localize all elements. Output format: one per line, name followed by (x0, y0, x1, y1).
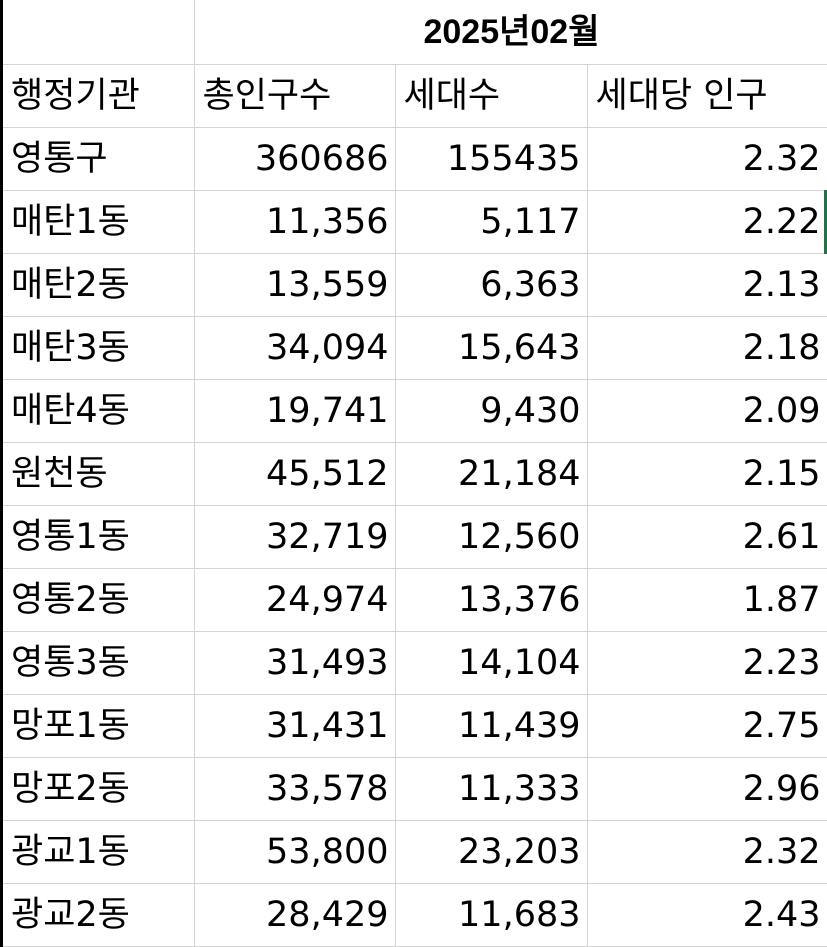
per-household-cell[interactable]: 2.32 (587, 127, 827, 191)
per-household-cell[interactable]: 2.15 (587, 442, 827, 506)
table-row: 매탄3동 34,094 15,643 2.18 (3, 316, 827, 380)
table-row: 매탄4동 19,741 9,430 2.09 (3, 379, 827, 443)
per-household-cell[interactable]: 2.43 (587, 883, 827, 947)
households-cell[interactable]: 14,104 (395, 631, 588, 695)
table-row: 광교1동 53,800 23,203 2.32 (3, 820, 827, 884)
table-row: 원천동 45,512 21,184 2.15 (3, 442, 827, 506)
table-row: 망포2동 33,578 11,333 2.96 (3, 757, 827, 821)
households-cell[interactable]: 11,439 (395, 694, 588, 758)
per-household-cell[interactable]: 2.96 (587, 757, 827, 821)
header-district[interactable]: 행정기관 (3, 64, 195, 128)
population-table: 2025년02월 행정기관 총인구수 세대수 세대당 인구 영통구 360686 1… (3, 0, 827, 947)
population-cell[interactable]: 11,356 (194, 190, 396, 254)
district-cell[interactable]: 매탄1동 (3, 190, 195, 254)
header-per-household[interactable]: 세대당 인구 (587, 64, 827, 128)
households-cell[interactable]: 155435 (395, 127, 588, 191)
header-row: 행정기관 총인구수 세대수 세대당 인구 (3, 64, 827, 128)
households-cell[interactable]: 5,117 (395, 190, 588, 254)
per-household-cell[interactable]: 2.61 (587, 505, 827, 569)
district-cell[interactable]: 광교1동 (3, 820, 195, 884)
households-cell[interactable]: 9,430 (395, 379, 588, 443)
households-cell[interactable]: 11,683 (395, 883, 588, 947)
households-cell[interactable]: 23,203 (395, 820, 588, 884)
district-cell[interactable]: 광교2동 (3, 883, 195, 947)
table-row: 매탄1동 11,356 5,117 2.22 (3, 190, 827, 254)
per-household-cell[interactable]: 2.23 (587, 631, 827, 695)
district-cell[interactable]: 망포1동 (3, 694, 195, 758)
district-cell[interactable]: 영통3동 (3, 631, 195, 695)
population-cell[interactable]: 31,431 (194, 694, 396, 758)
population-cell[interactable]: 28,429 (194, 883, 396, 947)
table-row: 매탄2동 13,559 6,363 2.13 (3, 253, 827, 317)
population-cell[interactable]: 31,493 (194, 631, 396, 695)
table-row: 영통2동 24,974 13,376 1.87 (3, 568, 827, 632)
title-row: 2025년02월 (3, 0, 827, 65)
population-cell[interactable]: 13,559 (194, 253, 396, 317)
per-household-cell[interactable]: 2.18 (587, 316, 827, 380)
population-cell[interactable]: 19,741 (194, 379, 396, 443)
households-cell[interactable]: 13,376 (395, 568, 588, 632)
table-row: 망포1동 31,431 11,439 2.75 (3, 694, 827, 758)
empty-corner-cell[interactable] (3, 0, 195, 65)
table-row: 광교2동 28,429 11,683 2.43 (3, 883, 827, 947)
households-cell[interactable]: 12,560 (395, 505, 588, 569)
population-cell[interactable]: 32,719 (194, 505, 396, 569)
district-cell[interactable]: 영통1동 (3, 505, 195, 569)
district-cell[interactable]: 영통2동 (3, 568, 195, 632)
population-cell[interactable]: 33,578 (194, 757, 396, 821)
population-cell[interactable]: 34,094 (194, 316, 396, 380)
per-household-cell[interactable]: 2.13 (587, 253, 827, 317)
population-cell[interactable]: 53,800 (194, 820, 396, 884)
period-title-cell[interactable]: 2025년02월 (194, 0, 827, 65)
district-cell[interactable]: 망포2동 (3, 757, 195, 821)
table-row: 영통구 360686 155435 2.32 (3, 127, 827, 191)
households-cell[interactable]: 15,643 (395, 316, 588, 380)
population-cell[interactable]: 45,512 (194, 442, 396, 506)
per-household-cell[interactable]: 2.09 (587, 379, 827, 443)
households-cell[interactable]: 21,184 (395, 442, 588, 506)
population-cell[interactable]: 360686 (194, 127, 396, 191)
district-cell[interactable]: 매탄3동 (3, 316, 195, 380)
population-cell[interactable]: 24,974 (194, 568, 396, 632)
district-cell[interactable]: 영통구 (3, 127, 195, 191)
per-household-cell[interactable]: 2.32 (587, 820, 827, 884)
households-cell[interactable]: 6,363 (395, 253, 588, 317)
per-household-cell[interactable]: 2.75 (587, 694, 827, 758)
district-cell[interactable]: 원천동 (3, 442, 195, 506)
table-row: 영통3동 31,493 14,104 2.23 (3, 631, 827, 695)
per-household-cell[interactable]: 1.87 (587, 568, 827, 632)
district-cell[interactable]: 매탄4동 (3, 379, 195, 443)
header-population[interactable]: 총인구수 (194, 64, 396, 128)
header-households[interactable]: 세대수 (395, 64, 588, 128)
spreadsheet-grid: 2025년02월 행정기관 총인구수 세대수 세대당 인구 영통구 360686 1… (0, 0, 827, 947)
district-cell[interactable]: 매탄2동 (3, 253, 195, 317)
households-cell[interactable]: 11,333 (395, 757, 588, 821)
per-household-cell[interactable]: 2.22 (587, 190, 827, 254)
table-row: 영통1동 32,719 12,560 2.61 (3, 505, 827, 569)
